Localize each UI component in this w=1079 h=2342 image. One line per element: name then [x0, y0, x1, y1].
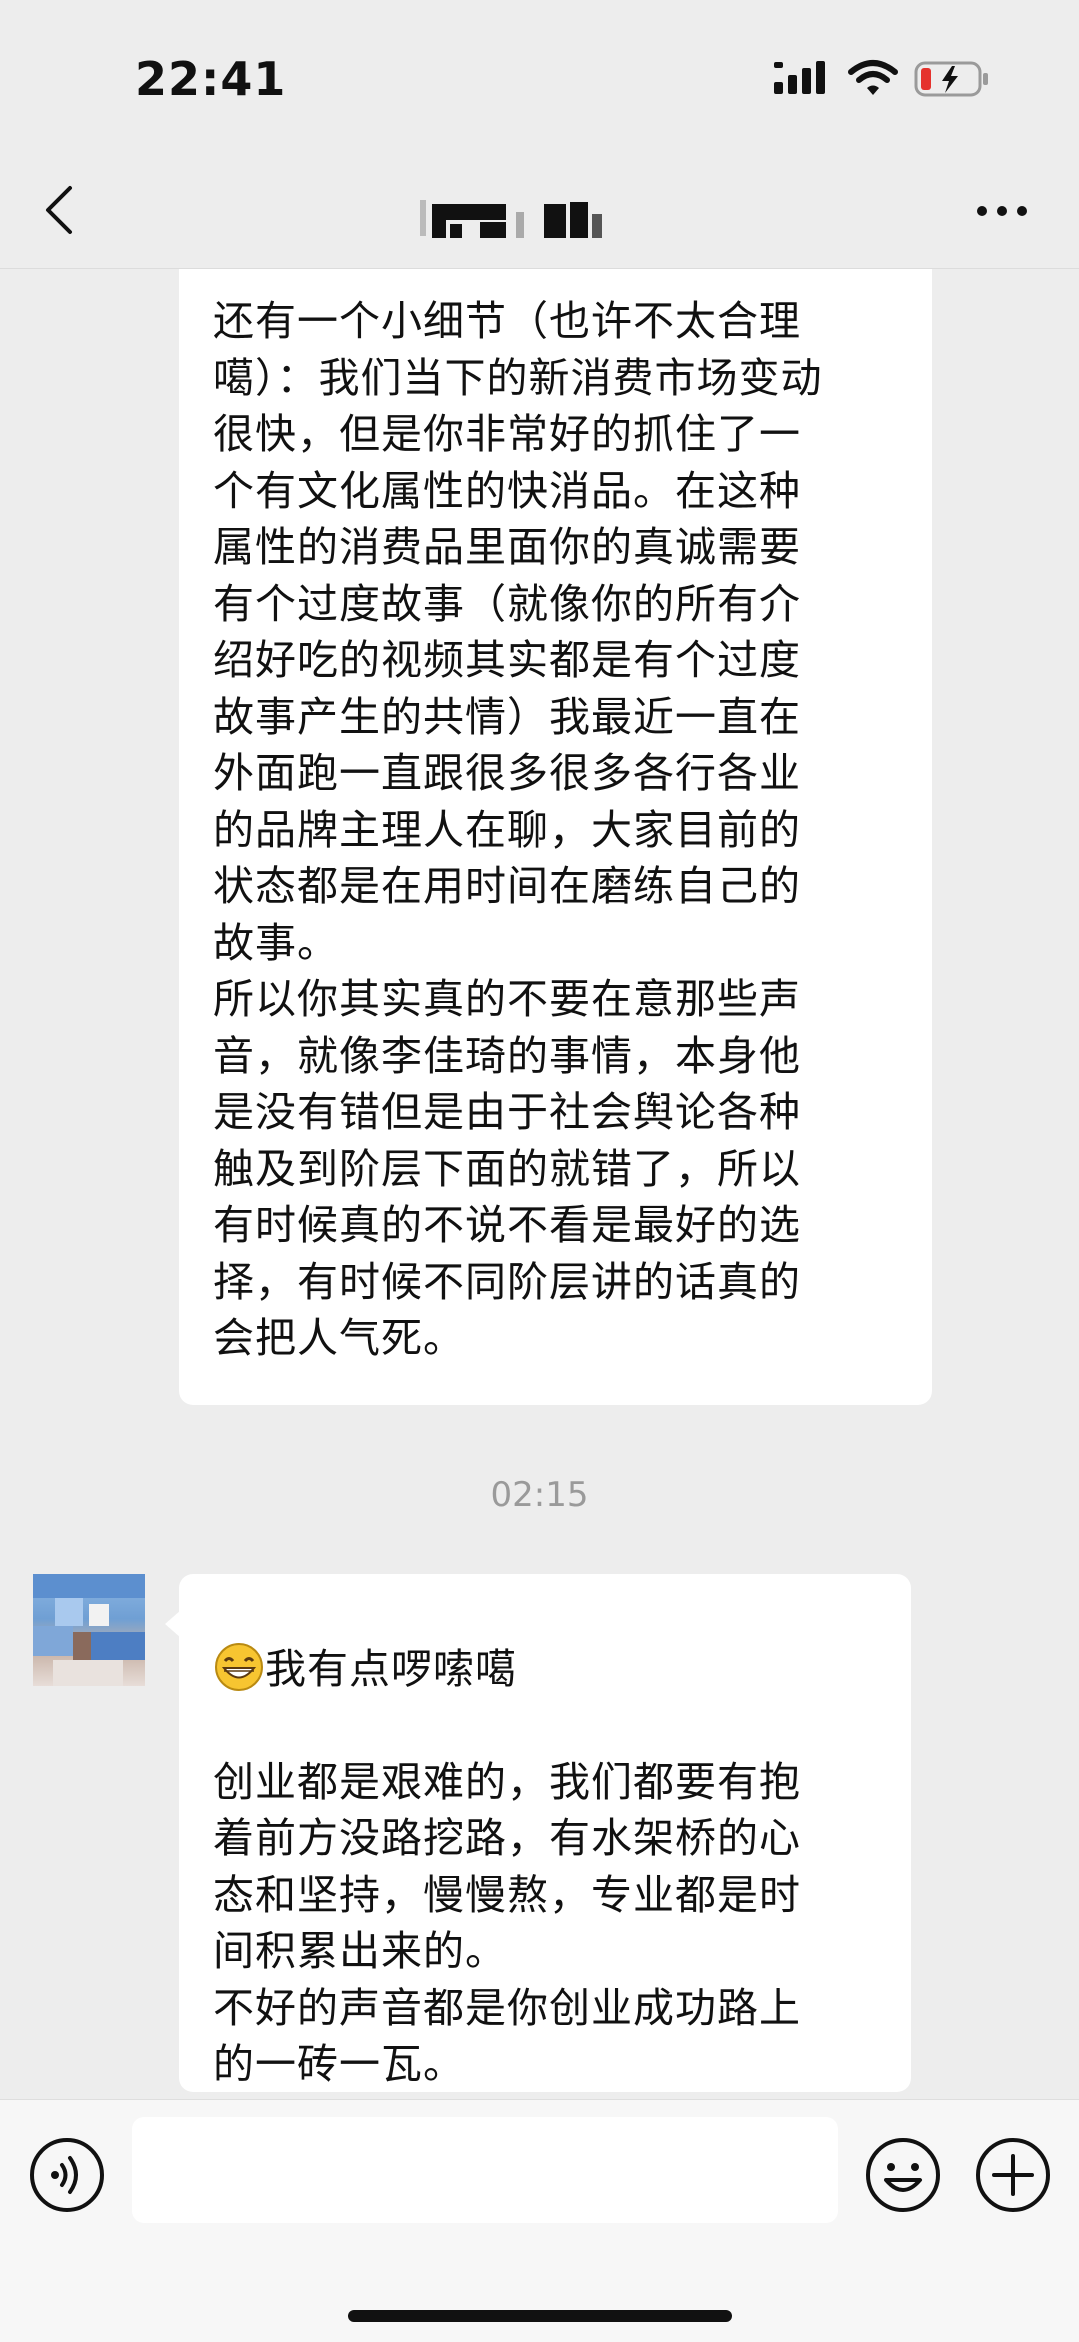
chat-header: [0, 150, 1079, 269]
status-bar: 22:41: [0, 0, 1079, 150]
clock: 22:41: [135, 52, 287, 106]
ellipsis-icon[interactable]: [974, 202, 1030, 220]
message-input[interactable]: [132, 2117, 838, 2223]
chevron-left-icon[interactable]: [40, 182, 80, 238]
message-timestamp: 02:15: [490, 1475, 589, 1515]
voice-icon[interactable]: [28, 2136, 106, 2214]
chat-messages[interactable]: 还有一个小细节（也许不太合理 噶）：我们当下的新消费市场变动 很快，但是你非常好…: [0, 269, 1079, 2099]
home-indicator[interactable]: [348, 2310, 732, 2322]
input-bar: [0, 2099, 1079, 2342]
battery-icon: [914, 61, 988, 97]
message-text-line: 我有点啰嗦噶: [265, 1644, 517, 1693]
grinning-emoji-icon: [215, 1642, 263, 1691]
message-first-line: 我有点啰嗦噶: [213, 1641, 891, 1698]
plus-icon[interactable]: [974, 2136, 1052, 2214]
message-bubble-received[interactable]: 我有点啰嗦噶 创业都是艰难的，我们都要有抱 着前方没路挖路，有水架桥的心 态和坚…: [165, 1574, 911, 2092]
wifi-icon: [848, 60, 898, 95]
avatar[interactable]: [33, 1574, 145, 1686]
emoji-icon[interactable]: [864, 2136, 942, 2214]
message-bubble-sent[interactable]: 还有一个小细节（也许不太合理 噶）：我们当下的新消费市场变动 很快，但是你非常好…: [179, 269, 932, 1405]
message-text: 创业都是艰难的，我们都要有抱 着前方没路挖路，有水架桥的心 态和坚持，慢慢熬，专…: [213, 1757, 801, 2089]
cellular-signal-icon: [774, 61, 825, 94]
contact-name-redacted: [420, 200, 720, 240]
